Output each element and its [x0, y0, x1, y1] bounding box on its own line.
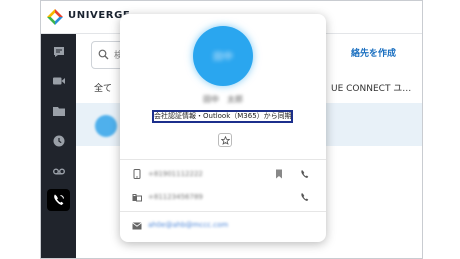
clock-icon[interactable] [50, 132, 67, 149]
email-link[interactable]: ah0e@ahb@mccc.com [148, 221, 228, 229]
bookmark-icon[interactable] [274, 169, 284, 179]
call-mobile-icon[interactable] [300, 169, 310, 179]
contact-avatar: 田中 [193, 26, 253, 86]
mail-icon [132, 221, 142, 231]
star-icon [220, 135, 230, 145]
video-icon[interactable] [50, 72, 67, 89]
contact-name: 田中 太郎 [203, 95, 243, 104]
univerge-logo-icon [47, 9, 63, 25]
avatar-initials: 田中 [213, 52, 233, 63]
column-header: UE CONNECT ユ… [331, 84, 412, 94]
call-office-icon[interactable] [300, 192, 310, 202]
search-icon [98, 49, 109, 60]
mobile-phone-icon [132, 169, 142, 179]
divider [120, 159, 326, 160]
office-phone-icon [132, 192, 142, 202]
filter-all-tab[interactable]: 全て [94, 81, 112, 94]
create-contact-link[interactable]: 絡先を作成 [351, 46, 396, 59]
voicemail-icon[interactable] [50, 162, 67, 179]
sync-source-label: 会社認証情報・Outlook（M365）から同期 [152, 110, 293, 123]
office-number: +81123456789 [148, 193, 203, 201]
divider [120, 211, 326, 212]
favorite-star-button[interactable] [218, 133, 232, 147]
nav-rail [41, 34, 76, 258]
folder-icon[interactable] [50, 102, 67, 119]
contact-card-popup: 田中 田中 太郎 会社認証情報・Outlook（M365）から同期 +81901… [120, 14, 326, 242]
chat-icon[interactable] [50, 43, 67, 60]
phone-book-icon[interactable] [47, 189, 70, 211]
mobile-number: +81901112222 [148, 170, 203, 178]
row-avatar [95, 115, 117, 137]
